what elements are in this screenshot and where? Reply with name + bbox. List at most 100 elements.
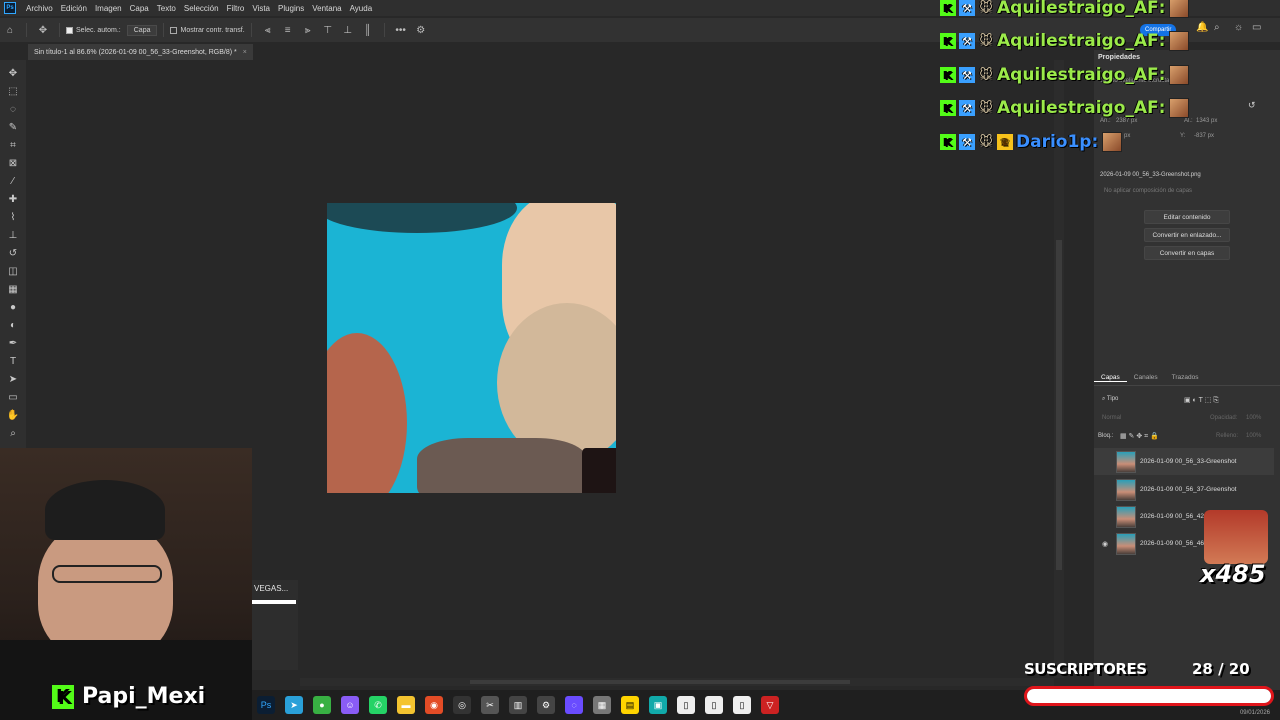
app-icon[interactable]: ◌: [565, 696, 583, 714]
lock-icons[interactable]: ▦ ✎ ✥ ⌗ 🔒: [1120, 432, 1159, 441]
path-select-icon[interactable]: ➤: [5, 371, 21, 387]
frame-tool-icon[interactable]: ⊠: [5, 155, 21, 171]
gear-icon[interactable]: ⚙: [414, 23, 428, 37]
y-value[interactable]: -837 px: [1194, 133, 1214, 139]
fill-label: Relleno:: [1216, 433, 1239, 439]
move-tool-icon[interactable]: ✥: [36, 23, 50, 37]
brush-tool-icon[interactable]: ⌇: [5, 209, 21, 225]
chat-app-icon[interactable]: ●: [313, 696, 331, 714]
horizontal-scroll-thumb[interactable]: [470, 680, 850, 684]
eyedropper-tool-icon[interactable]: ⁄: [5, 173, 21, 189]
layer-row[interactable]: 2026-01-09 00_56_37-Greenshot: [1094, 476, 1274, 503]
file-icon[interactable]: ▯: [677, 696, 695, 714]
document-tab[interactable]: Sin título-1 al 86.6% (2026-01-09 00_56_…: [28, 44, 253, 60]
menu-filtro[interactable]: Filtro: [223, 4, 249, 13]
app-icon[interactable]: ▣: [649, 696, 667, 714]
file-icon[interactable]: ▯: [733, 696, 751, 714]
close-tab-icon[interactable]: ×: [243, 49, 247, 56]
history-brush-icon[interactable]: ↺: [5, 245, 21, 261]
taskbar-date[interactable]: 09/01/2026: [1240, 710, 1270, 716]
tab-channels[interactable]: Canales: [1127, 374, 1165, 381]
gradient-tool-icon[interactable]: ▦: [5, 281, 21, 297]
lasso-tool-icon[interactable]: ◌: [5, 101, 21, 117]
discord-icon[interactable]: ☺: [341, 696, 359, 714]
folder-icon[interactable]: ▬: [397, 696, 415, 714]
rectangle-tool-icon[interactable]: ▭: [5, 389, 21, 405]
obs-icon[interactable]: ◎: [453, 696, 471, 714]
vertical-scroll-thumb[interactable]: [1056, 240, 1062, 570]
type-tool-icon[interactable]: T: [5, 353, 21, 369]
menu-capa[interactable]: Capa: [126, 4, 153, 13]
home-icon[interactable]: ⌂: [3, 23, 17, 37]
app-icon[interactable]: ▥: [509, 696, 527, 714]
telegram-icon[interactable]: ➤: [285, 696, 303, 714]
convert-to-linked-button[interactable]: Convertir en enlazado...: [1144, 228, 1230, 242]
horizontal-scrollbar[interactable]: [300, 678, 1054, 686]
greenshot-icon[interactable]: ✂: [481, 696, 499, 714]
align-right-icon[interactable]: ⫸: [301, 23, 315, 37]
canvas-image[interactable]: [327, 203, 616, 493]
crop-tool-icon[interactable]: ⌗: [5, 137, 21, 153]
lightbulb-icon[interactable]: ☼: [1234, 22, 1243, 33]
opacity-value[interactable]: 100%: [1246, 415, 1261, 421]
eye-icon[interactable]: ◉: [1098, 540, 1112, 548]
notes-icon[interactable]: ▤: [621, 696, 639, 714]
whatsapp-icon[interactable]: ✆: [369, 696, 387, 714]
auto-select-checkbox[interactable]: [66, 26, 73, 34]
zoom-tool-icon[interactable]: ⌕: [5, 425, 21, 441]
more-options-icon[interactable]: •••: [394, 23, 408, 37]
chat-separator: :: [1158, 31, 1166, 51]
align-top-icon[interactable]: ⊤: [321, 23, 335, 37]
hand-tool-icon[interactable]: ✋: [5, 407, 21, 423]
photoshop-app-icon[interactable]: Ps: [4, 2, 16, 14]
file-icon[interactable]: ▯: [705, 696, 723, 714]
layer-row[interactable]: 2026-01-09 00_56_33-Greenshot: [1094, 448, 1274, 475]
align-middle-icon[interactable]: ⊥: [341, 23, 355, 37]
search-icon[interactable]: ⌕: [1214, 22, 1220, 33]
layer-filter-icons[interactable]: ▣ ◐ T ⬚ ⎘: [1184, 396, 1219, 405]
layer-comp-dropdown[interactable]: No aplicar composición de capas: [1104, 188, 1192, 194]
notification-bell-icon[interactable]: 🔔: [1196, 22, 1208, 33]
quick-select-tool-icon[interactable]: ✎: [5, 119, 21, 135]
x-value[interactable]: px: [1124, 133, 1130, 139]
menu-edicion[interactable]: Edición: [57, 4, 91, 13]
height-value[interactable]: 1343 px: [1196, 118, 1217, 124]
align-center-icon[interactable]: ≡: [281, 23, 295, 37]
menu-imagen[interactable]: Imagen: [91, 4, 126, 13]
browser-icon[interactable]: ◉: [425, 696, 443, 714]
transform-controls-checkbox[interactable]: [170, 26, 178, 34]
photoshop-taskbar-icon[interactable]: Ps: [257, 696, 275, 714]
move-tool-icon[interactable]: ✥: [5, 65, 21, 81]
tab-layers[interactable]: Capas: [1094, 374, 1127, 382]
menu-seleccion[interactable]: Selección: [180, 4, 223, 13]
fill-value[interactable]: 100%: [1246, 433, 1261, 439]
menu-vista[interactable]: Vista: [248, 4, 274, 13]
workspace-icon[interactable]: ▭: [1252, 22, 1261, 33]
align-left-icon[interactable]: ⫷: [261, 23, 275, 37]
tools-panel: ✥ ⬚ ◌ ✎ ⌗ ⊠ ⁄ ✚ ⌇ ⊥ ↺ ◫ ▦ ● ◐ ✒ T ➤ ▭ ✋ …: [0, 60, 26, 460]
menu-ayuda[interactable]: Ayuda: [346, 4, 377, 13]
stamp-tool-icon[interactable]: ⊥: [5, 227, 21, 243]
pen-tool-icon[interactable]: ✒: [5, 335, 21, 351]
marquee-tool-icon[interactable]: ⬚: [5, 83, 21, 99]
steam-icon[interactable]: ⚙: [537, 696, 555, 714]
healing-brush-icon[interactable]: ✚: [5, 191, 21, 207]
app-icon[interactable]: ▽: [761, 696, 779, 714]
convert-to-layers-button[interactable]: Convertir en capas: [1144, 246, 1230, 260]
blend-mode-dropdown[interactable]: Normal: [1102, 415, 1121, 421]
layer-filter-dropdown[interactable]: ⌕ Tipo: [1102, 396, 1118, 403]
reset-icon[interactable]: ↺: [1248, 100, 1256, 111]
blur-tool-icon[interactable]: ●: [5, 299, 21, 315]
eraser-tool-icon[interactable]: ◫: [5, 263, 21, 279]
menu-ventana[interactable]: Ventana: [308, 4, 345, 13]
menu-texto[interactable]: Texto: [153, 4, 180, 13]
edit-contents-button[interactable]: Editar contenido: [1144, 210, 1230, 224]
app-icon[interactable]: ▦: [593, 696, 611, 714]
dodge-tool-icon[interactable]: ◐: [5, 317, 21, 333]
chat-message: K ⚒ 🐭 ♛ Dario1p :: [940, 131, 1123, 153]
tab-paths[interactable]: Trazados: [1165, 374, 1206, 381]
menu-plugins[interactable]: Plugins: [274, 4, 308, 13]
distribute-icon[interactable]: ║: [361, 23, 375, 37]
auto-select-dropdown[interactable]: Capa: [126, 24, 158, 36]
menu-archivo[interactable]: Archivo: [22, 4, 57, 13]
